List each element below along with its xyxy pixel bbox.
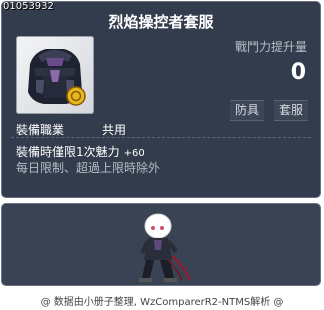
job-label: 裝備職業 <box>16 123 65 137</box>
combat-power-label: 戰鬥力提升量 <box>234 40 307 54</box>
category-tag-outfit: 套服 <box>274 100 309 121</box>
item-name: 烈焰操控者套服 <box>108 13 214 31</box>
item-icon-frame <box>16 36 94 114</box>
limit-text: 每日限制、超過上限時除外 <box>16 161 161 175</box>
character-preview-panel <box>1 203 321 286</box>
category-tag-armor: 防具 <box>230 100 265 121</box>
divider <box>11 137 311 138</box>
combat-power-value: 0 <box>290 60 306 85</box>
effect-bonus: +60 <box>123 148 145 159</box>
effect-text: 裝備時僅限1次魅力 <box>16 145 120 159</box>
character-preview <box>139 213 191 282</box>
effect-line: 裝備時僅限1次魅力 +60 <box>16 143 145 160</box>
job-value: 共用 <box>102 123 127 137</box>
item-tooltip: 01053932 烈焰操控者套服 戰鬥力提升量 0 防具 套服 裝備職業 共用 … <box>1 1 321 198</box>
dark-armor-suit-icon <box>28 49 86 106</box>
footer-credit: @ 数据由小册子整理, WzComparerR2-NTMS解析 @ <box>40 297 284 308</box>
